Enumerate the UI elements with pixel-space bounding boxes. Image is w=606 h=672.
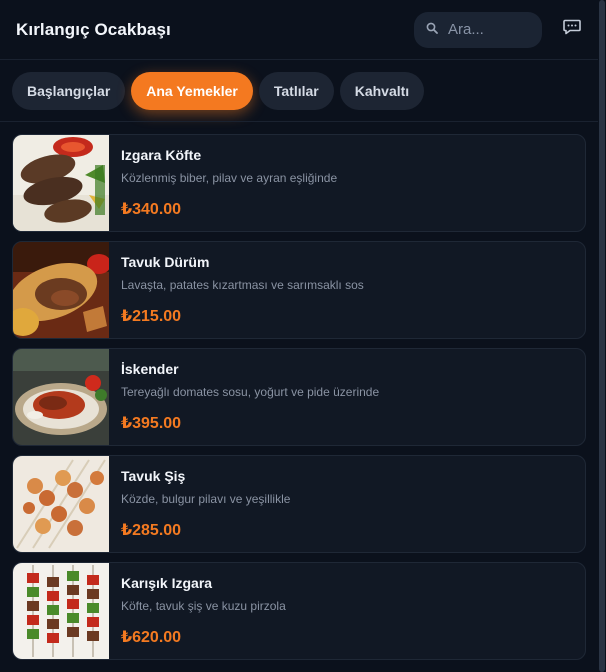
menu-item-info: Tavuk Dürüm Lavaşta, patates kızartması …: [109, 242, 364, 338]
scrollbar-thumb[interactable]: [599, 0, 605, 672]
header-actions: [414, 11, 582, 48]
menu-item-card[interactable]: Tavuk Dürüm Lavaşta, patates kızartması …: [12, 241, 586, 339]
dish-price: ₺285.00: [121, 522, 182, 539]
dish-description: Közlenmiş biber, pilav ve ayran eşliğind…: [121, 171, 338, 185]
menu-item-info: İskender Tereyağlı domates sosu, yoğurt …: [109, 349, 379, 445]
tab-tatlilar[interactable]: Tatlılar: [258, 72, 334, 110]
menu-item-card[interactable]: İskender Tereyağlı domates sosu, yoğurt …: [12, 348, 586, 446]
dish-description: Közde, bulgur pilavı ve yeşillikle: [121, 492, 291, 506]
dish-description: Lavaşta, patates kızartması ve sarımsakl…: [121, 278, 364, 292]
dish-name: Tavuk Şiş: [121, 468, 186, 484]
tab-kahvalti[interactable]: Kahvaltı: [339, 72, 425, 110]
dish-photo: [13, 456, 109, 552]
dish-name: İskender: [121, 361, 179, 377]
category-tabs: Başlangıçlar Ana Yemekler Tatlılar Kahva…: [12, 72, 425, 110]
dish-price: ₺215.00: [121, 308, 182, 325]
tab-ana-yemekler[interactable]: Ana Yemekler: [131, 72, 253, 110]
dish-name: Tavuk Dürüm: [121, 254, 210, 270]
search-icon: [426, 21, 438, 39]
menu-item-info: Karışık Izgara Köfte, tavuk şiş ve kuzu …: [109, 563, 286, 659]
dish-price: ₺340.00: [121, 201, 182, 218]
restaurant-title: Kırlangıç Ocakbaşı: [16, 19, 171, 39]
dish-photo: [13, 135, 109, 231]
dish-photo: [13, 242, 109, 338]
menu-item-card[interactable]: Tavuk Şiş Közde, bulgur pilavı ve yeşill…: [12, 455, 586, 553]
menu-item-info: Tavuk Şiş Közde, bulgur pilavı ve yeşill…: [109, 456, 290, 552]
menu-item-card[interactable]: Izgara Köfte Közlenmiş biber, pilav ve a…: [12, 134, 586, 232]
menu-list: Izgara Köfte Közlenmiş biber, pilav ve a…: [12, 134, 586, 669]
app-header: Kırlangıç Ocakbaşı: [0, 0, 598, 60]
menu-item-card[interactable]: Karışık Izgara Köfte, tavuk şiş ve kuzu …: [12, 562, 586, 660]
message-button[interactable]: [554, 12, 590, 48]
dish-photo: [13, 563, 109, 659]
dish-description: Köfte, tavuk şiş ve kuzu pirzola: [121, 599, 286, 613]
tab-baslangiclar[interactable]: Başlangıçlar: [12, 72, 126, 110]
tabs-divider: [0, 121, 598, 122]
dish-name: Karışık Izgara: [121, 575, 213, 591]
scrollbar[interactable]: [598, 0, 606, 672]
message-icon: [563, 19, 581, 40]
search-input[interactable]: [446, 20, 534, 39]
dish-price: ₺395.00: [121, 415, 182, 432]
dish-photo: [13, 349, 109, 445]
dish-price: ₺620.00: [121, 629, 182, 646]
dish-description: Tereyağlı domates sosu, yoğurt ve pide ü…: [121, 385, 380, 399]
dish-name: Izgara Köfte: [121, 147, 202, 163]
search-box[interactable]: [414, 11, 542, 48]
menu-item-info: Izgara Köfte Közlenmiş biber, pilav ve a…: [109, 135, 337, 231]
